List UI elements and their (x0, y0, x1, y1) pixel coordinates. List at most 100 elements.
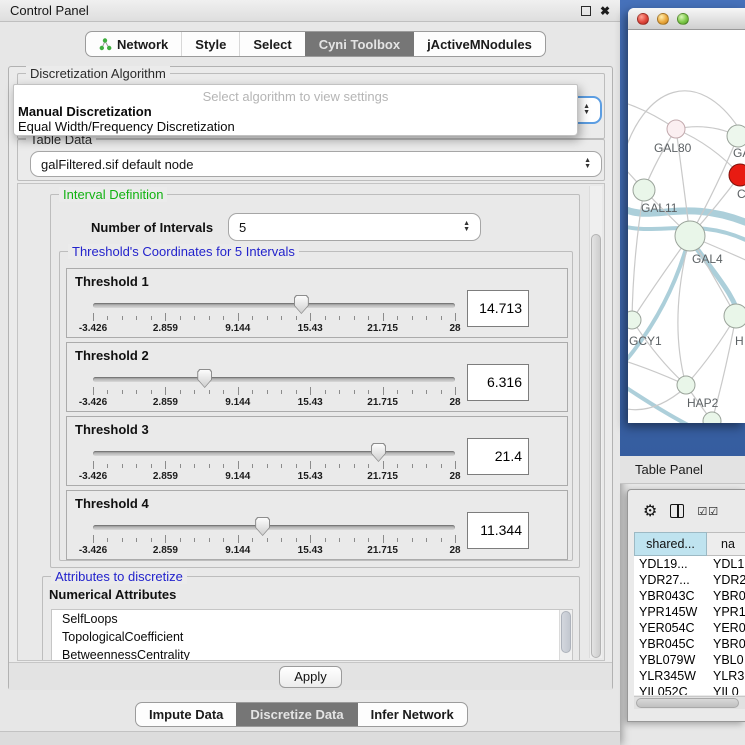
slider-tick-labels: -3.4262.8599.14415.4321.71528 (93, 323, 455, 335)
slider-track[interactable] (93, 377, 455, 382)
network-node-hap2[interactable] (677, 376, 695, 394)
slider-track[interactable] (93, 303, 455, 308)
network-node[interactable] (727, 125, 745, 147)
apply-button[interactable]: Apply (279, 666, 342, 688)
slider-track[interactable] (93, 451, 455, 456)
network-node-gal4[interactable] (675, 221, 705, 251)
table-horizontal-scrollbar[interactable] (634, 696, 745, 709)
threshold-slider[interactable]: -3.4262.8599.14415.4321.71528 (93, 367, 455, 411)
node-label-clipped: C (737, 187, 745, 201)
tab-style[interactable]: Style (181, 32, 239, 56)
number-of-intervals-spinner[interactable]: 5 ▲▼ (228, 213, 481, 241)
tab-select[interactable]: Select (239, 32, 304, 56)
threshold-value-field[interactable]: 6.316 (467, 364, 529, 401)
threshold-value-field[interactable]: 14.713 (467, 290, 529, 327)
spinner-arrows-icon[interactable]: ▲▼ (463, 221, 470, 233)
table-row[interactable]: YER054CYER0 (634, 620, 745, 636)
attribute-list-item[interactable]: BetweennessCentrality (52, 646, 572, 661)
network-icon (99, 38, 112, 51)
tab-discretize-data[interactable]: Discretize Data (236, 703, 356, 726)
table-panel-window: ⚙ ☑☑ shared... na YDL19...YDL1YDR27...YD… (627, 489, 745, 722)
threshold-slider[interactable]: -3.4262.8599.14415.4321.71528 (93, 441, 455, 485)
close-traffic-light-icon[interactable] (637, 13, 649, 25)
tab-infer-network[interactable]: Infer Network (357, 703, 467, 726)
minimize-traffic-light-icon[interactable] (657, 13, 669, 25)
slider-track[interactable] (93, 525, 455, 530)
tab-impute-data[interactable]: Impute Data (136, 703, 236, 726)
group-title: Interval Definition (59, 187, 167, 202)
column-header-shared[interactable]: shared... (634, 532, 707, 556)
network-node[interactable] (724, 304, 745, 328)
combo-arrows-icon[interactable]: ▲▼ (584, 158, 591, 170)
thresholds-group: Threshold's Coordinates for 5 Intervals … (59, 251, 573, 561)
dropdown-hint: Select algorithm to view settings (14, 85, 577, 104)
tab-label: Cyni Toolbox (319, 37, 400, 52)
table-panel-titlebar[interactable]: Table Panel (620, 456, 745, 484)
tab-label: jActiveMNodules (427, 37, 532, 52)
attributes-group: Attributes to discretize Numerical Attri… (42, 576, 580, 661)
tab-cyni-toolbox[interactable]: Cyni Toolbox (305, 32, 413, 56)
table-row[interactable]: YIL052CYIL0 (634, 684, 745, 695)
threshold-slider[interactable]: -3.4262.8599.14415.4321.71528 (93, 293, 455, 337)
slider-tick-labels: -3.4262.8599.14415.4321.71528 (93, 545, 455, 557)
window-bottom-strip (0, 731, 620, 745)
threshold-slider[interactable]: -3.4262.8599.14415.4321.71528 (93, 515, 455, 559)
threshold-value-field[interactable]: 11.344 (467, 512, 529, 549)
tab-network[interactable]: Network (86, 32, 181, 56)
slider-ticks (93, 534, 455, 543)
gear-icon[interactable]: ⚙ (643, 503, 657, 519)
column-layout-icon[interactable] (670, 504, 684, 518)
column-header-name[interactable]: na (707, 532, 745, 556)
control-panel-window: Control Panel ✖ Network Style Select Cyn… (0, 0, 620, 745)
numerical-attributes-label: Numerical Attributes (49, 587, 176, 602)
cyni-bottom-tabbar: Impute Data Discretize Data Infer Networ… (135, 702, 468, 727)
number-of-intervals-label: Number of Intervals (91, 220, 213, 235)
select-columns-checkboxes-icon[interactable]: ☑☑ (697, 505, 719, 518)
network-node-gcy1[interactable] (628, 311, 641, 329)
close-icon[interactable]: ✖ (600, 6, 610, 16)
threshold-panel-4: Threshold 4 -3.4262.8599.14415.4321.7152… (66, 490, 568, 560)
network-node-gal80[interactable] (667, 120, 685, 138)
scrollbar-thumb[interactable] (636, 698, 739, 708)
table-data-combobox[interactable]: galFiltered.sif default node ▲▼ (30, 151, 602, 177)
table-row[interactable]: YPR145WYPR1 (634, 604, 745, 620)
table-row[interactable]: YLR345WYLR3 (634, 668, 745, 684)
dropdown-option-equal-width[interactable]: Equal Width/Frequency Discretization (14, 119, 577, 134)
slider-ticks (93, 460, 455, 469)
float-window-icon[interactable] (581, 6, 591, 16)
group-title: Discretization Algorithm (26, 66, 170, 81)
threshold-value-field[interactable]: 21.4 (467, 438, 529, 475)
scrollbar-thumb[interactable] (591, 234, 601, 658)
table-row[interactable]: YDR27...YDR2 (634, 572, 745, 588)
tab-label: Select (253, 37, 291, 52)
node-label-clipped: H (735, 334, 744, 348)
threshold-label: Threshold 2 (75, 348, 149, 363)
attribute-list-item[interactable]: TopologicalCoefficient (52, 628, 572, 646)
threshold-panel-1: Threshold 1 -3.4262.8599.14415.4321.7152… (66, 268, 568, 338)
network-edge[interactable] (686, 316, 736, 385)
attribute-list-item[interactable]: SelfLoops (52, 610, 572, 628)
table-row[interactable]: YBL079WYBL0 (634, 652, 745, 668)
dropdown-option-manual[interactable]: Manual Discretization (14, 104, 577, 119)
settings-scrollbar[interactable] (589, 186, 602, 658)
table-row[interactable]: YBR043CYBR0 (634, 588, 745, 604)
node-label-gcy1: GCY1 (629, 334, 662, 348)
zoom-traffic-light-icon[interactable] (677, 13, 689, 25)
combo-arrows-icon[interactable]: ▲▼ (583, 104, 590, 116)
control-panel-titlebar[interactable]: Control Panel ✖ (0, 0, 620, 22)
network-window-titlebar[interactable] (628, 8, 745, 30)
table-body[interactable]: YDL19...YDL1YDR27...YDR2YBR043CYBR0YPR14… (634, 556, 745, 695)
attributes-scrollbar[interactable] (559, 610, 572, 661)
network-node[interactable] (703, 412, 721, 423)
table-row[interactable]: YDL19...YDL1 (634, 556, 745, 572)
node-label-gal11: GAL11 (641, 201, 678, 215)
network-node-selected-red[interactable] (729, 164, 745, 186)
table-row[interactable]: YBR045CYBR0 (634, 636, 745, 652)
network-node-gal11[interactable] (633, 179, 655, 201)
numerical-attributes-list[interactable]: SelfLoopsTopologicalCoefficientBetweenne… (51, 609, 573, 661)
network-canvas[interactable]: GAL80 GA C GAL11 GAL4 GCY1 H HAP2 (628, 30, 745, 423)
network-view-window: GAL80 GA C GAL11 GAL4 GCY1 H HAP2 (628, 8, 745, 423)
threshold-label: Threshold 4 (75, 496, 149, 511)
screen: Control Panel ✖ Network Style Select Cyn… (0, 0, 745, 745)
tab-jactivemnodules[interactable]: jActiveMNodules (413, 32, 545, 56)
